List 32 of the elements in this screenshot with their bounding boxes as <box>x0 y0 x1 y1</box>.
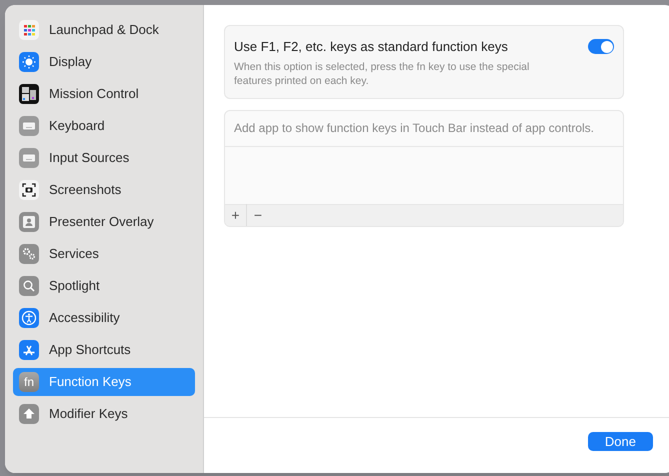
option-title: Use F1, F2, etc. keys as standard function keys <box>234 38 509 56</box>
screenshot-icon <box>19 180 39 200</box>
done-button[interactable]: Done <box>588 432 653 451</box>
sidebar-item[interactable]: Display <box>13 48 195 76</box>
sidebar-item[interactable]: Input Sources <box>13 144 195 172</box>
sidebar-item[interactable]: Screenshots <box>13 176 195 204</box>
sidebar-item[interactable]: Accessibility <box>13 304 195 332</box>
search-icon <box>19 276 39 296</box>
keyboard-icon <box>19 116 39 136</box>
sidebar-item[interactable]: Modifier Keys <box>13 400 195 428</box>
windows-icon <box>19 84 39 104</box>
sidebar-item[interactable]: Keyboard <box>13 112 195 140</box>
sidebar-item[interactable]: Spotlight <box>13 272 195 300</box>
app-grid-icon <box>19 20 39 40</box>
sun-icon <box>19 52 39 72</box>
app-list-note: Add app to show function keys in Touch Bar instead of app controls. <box>234 120 594 137</box>
option-description: When this option is selected, press the fn key to use the special features printed on each key. <box>234 60 530 88</box>
toggle-switch[interactable] <box>588 39 614 54</box>
arrow-up-icon <box>19 404 39 424</box>
keyboard-icon <box>19 148 39 168</box>
remove-button[interactable]: − <box>247 204 269 226</box>
sidebar-item[interactable]: Mission Control <box>13 80 195 108</box>
app-store-icon <box>19 340 39 360</box>
accessibility-icon <box>19 308 39 328</box>
sidebar-item[interactable]: App Shortcuts <box>13 336 195 364</box>
sidebar-item[interactable]: Presenter Overlay <box>13 208 195 236</box>
gears-icon <box>19 244 39 264</box>
key-icon: fn <box>19 372 39 392</box>
add-button[interactable]: + <box>225 204 247 226</box>
sidebar-item[interactable]: Services <box>13 240 195 268</box>
person-icon <box>19 212 39 232</box>
sidebar-item[interactable]: Launchpad & Dock <box>13 16 195 44</box>
